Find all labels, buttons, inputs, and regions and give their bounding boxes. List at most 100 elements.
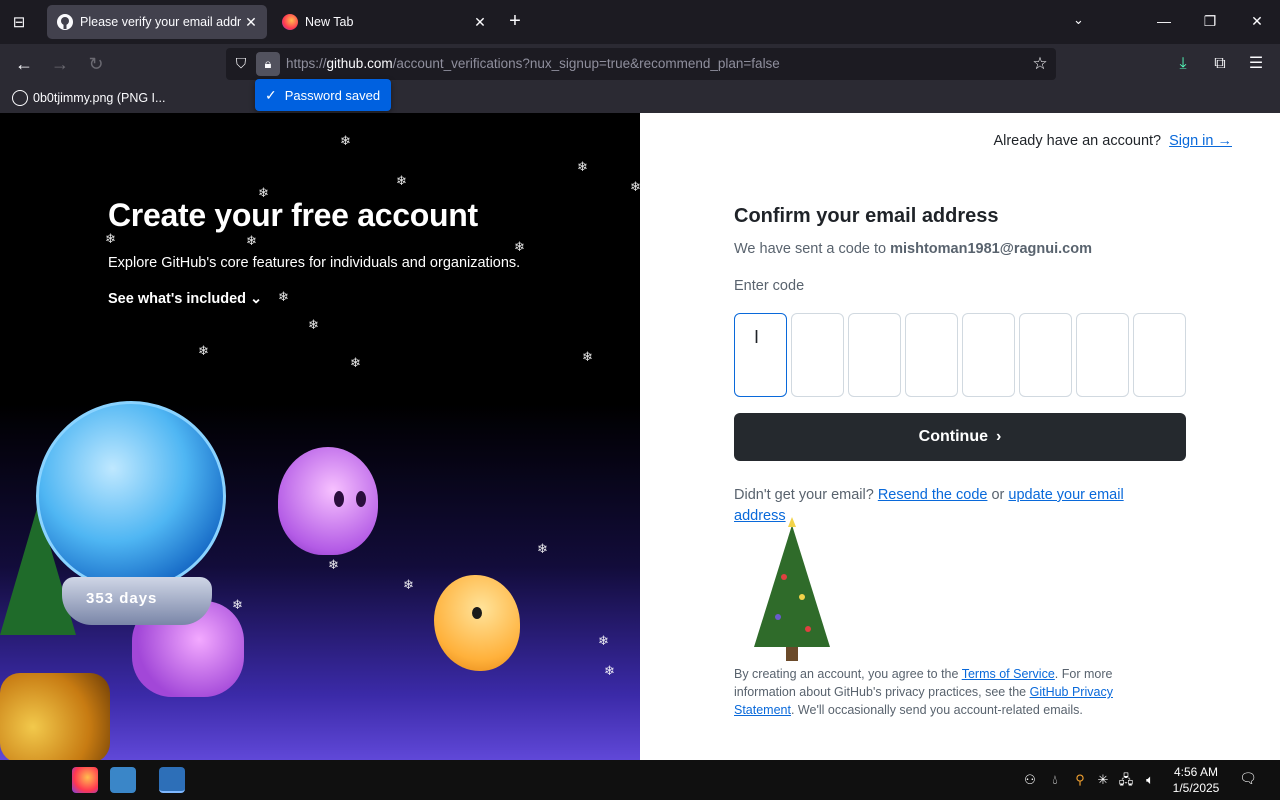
tab-verify-email[interactable]: Please verify your email address ✕	[47, 5, 267, 39]
tab-new-tab[interactable]: New Tab ✕	[272, 5, 496, 39]
firefox-taskbar-icon[interactable]	[72, 767, 98, 793]
page-title: Confirm your email address	[734, 205, 999, 227]
code-digit-input-3[interactable]	[848, 313, 901, 397]
snowflake-icon: ❄	[340, 133, 351, 148]
password-saved-toast: ✓ Password saved	[255, 79, 391, 111]
url-text[interactable]: https://github.com/account_verifications…	[286, 56, 780, 71]
signup-hero-panel: Create your free account Explore GitHub'…	[0, 113, 640, 760]
navigation-toolbar: ← → ↻ ⛉ 🔒︎ https://github.com/account_ve…	[0, 44, 1280, 84]
code-digit-input-5[interactable]	[962, 313, 1015, 397]
terms-of-service-link[interactable]: Terms of Service	[962, 667, 1055, 681]
enter-code-label: Enter code	[734, 278, 805, 294]
file-explorer-icon[interactable]	[110, 767, 136, 793]
reload-icon[interactable]: ↻	[85, 53, 107, 75]
snowflake-icon: ❄	[577, 159, 588, 174]
tab-strip: ⊟ Please verify your email address ✕ New…	[0, 0, 1280, 44]
snowflake-icon: ❄	[232, 597, 243, 612]
duck-eye	[472, 607, 482, 619]
extensions-puzzle-icon[interactable]: ⧉	[1209, 53, 1231, 75]
network-icon[interactable]: 🖧︎	[1118, 772, 1134, 788]
chevron-down-icon: ⌄	[250, 291, 263, 307]
snowflake-icon: ❄	[582, 349, 593, 364]
code-digit-input-4[interactable]	[905, 313, 958, 397]
clock-date: 1/5/2025	[1172, 781, 1220, 795]
snowflake-icon: ❄	[396, 173, 407, 188]
new-tab-plus-icon[interactable]: +	[504, 10, 526, 32]
hero-title: Create your free account	[108, 197, 478, 233]
code-digit-input-8[interactable]	[1133, 313, 1186, 397]
text-cursor-icon: I	[754, 327, 760, 347]
code-digit-input-7[interactable]	[1076, 313, 1129, 397]
back-arrow-icon[interactable]: ←	[13, 53, 35, 75]
snowflake-icon: ❄	[246, 233, 257, 248]
sign-in-row: Already have an account? Sign in →	[993, 133, 1232, 149]
snowflake-icon: ❄	[278, 289, 289, 304]
see-whats-included-toggle[interactable]: See what's included ⌄	[108, 291, 262, 307]
snowflake-icon[interactable]: ✳	[1095, 772, 1111, 788]
lock-icon[interactable]: 🔒︎	[256, 52, 280, 76]
resend-code-link[interactable]: Resend the code	[878, 487, 988, 503]
snowflake-icon: ❄	[308, 317, 319, 332]
close-tab-icon[interactable]: ✕	[470, 14, 490, 31]
snowflake-icon: ❄	[198, 343, 209, 358]
snowflake-icon: ❄	[350, 355, 361, 370]
search-icon[interactable]: ⚲	[1072, 772, 1088, 788]
chevron-right-icon: ›	[996, 428, 1002, 445]
snow-globe-illustration	[36, 401, 226, 591]
already-have-account-text: Already have an account?	[993, 133, 1162, 149]
forward-arrow-icon[interactable]: →	[49, 53, 71, 75]
app-taskbar-icon[interactable]	[159, 767, 185, 793]
code-digit-input-2[interactable]	[791, 313, 844, 397]
download-icon[interactable]: ⤓	[1172, 53, 1194, 75]
globe-icon	[12, 90, 28, 106]
snowflake-icon: ❄	[514, 239, 525, 254]
restore-icon[interactable]: ❐	[1199, 10, 1221, 32]
snowflake-icon: ❄	[537, 541, 548, 556]
bookmarks-toolbar: 0b0tjimmy.png (PNG I...	[0, 84, 1280, 113]
toast-text: Password saved	[284, 87, 381, 103]
snowflake-icon: ❄	[328, 557, 339, 572]
tab-title: Please verify your email address	[80, 15, 241, 29]
github-icon	[57, 14, 73, 30]
system-clock[interactable]: 4:56 AM 1/5/2025	[1168, 764, 1224, 796]
clock-time: 4:56 AM	[1173, 765, 1219, 779]
code-digit-input-6[interactable]	[1019, 313, 1072, 397]
checkmark-icon: ✓	[265, 86, 277, 103]
page-content: Create your free account Explore GitHub'…	[0, 113, 1280, 760]
bookmark-star-icon[interactable]: ☆	[1030, 54, 1050, 74]
email-address: mishtoman1981@ragnui.com	[890, 241, 1092, 257]
list-all-tabs-icon[interactable]: ⊟	[8, 11, 30, 33]
droplet-icon[interactable]: 💧︎	[1047, 772, 1063, 788]
christmas-tree-illustration	[754, 517, 830, 661]
continue-button[interactable]: Continue ›	[734, 413, 1186, 461]
network-people-icon[interactable]: ⚇	[1022, 772, 1038, 788]
tab-title: New Tab	[305, 15, 354, 29]
continue-label: Continue	[918, 428, 988, 445]
chevron-down-icon[interactable]: ⌄	[1073, 12, 1084, 28]
minimize-icon[interactable]: —	[1153, 10, 1175, 32]
bookmark-item[interactable]: 0b0tjimmy.png (PNG I...	[12, 90, 165, 106]
verification-panel: Already have an account? Sign in → Confir…	[640, 113, 1280, 760]
terms-text: By creating an account, you agree to the…	[734, 667, 1113, 717]
code-digit-input-1[interactable]	[734, 313, 787, 397]
snowflake-icon: ❄	[403, 577, 414, 592]
rubber-duck-illustration	[434, 575, 520, 671]
address-bar[interactable]: ⛉ 🔒︎ https://github.com/account_verifica…	[226, 48, 1056, 80]
menu-hamburger-icon[interactable]: ☰	[1245, 53, 1267, 75]
ornament-illustration	[0, 673, 110, 760]
snowflake-icon: ❄	[630, 179, 640, 194]
close-window-icon[interactable]: ✕	[1246, 10, 1268, 32]
snowflake-icon: ❄	[258, 185, 269, 200]
snowflake-icon: ❄	[604, 663, 615, 678]
shield-icon[interactable]: ⛉	[232, 55, 250, 73]
code-sent-text: We have sent a code to mishtoman1981@rag…	[734, 241, 1092, 257]
sign-in-link[interactable]: Sign in →	[1169, 133, 1232, 149]
globe-days-label: 353 days	[86, 590, 158, 607]
taskbar: ⚇ 💧︎ ⚲ ✳ 🖧︎ 🔈︎ 4:56 AM 1/5/2025 🗨︎	[0, 760, 1280, 800]
notification-icon[interactable]: 🗨︎	[1238, 770, 1258, 790]
volume-muted-icon[interactable]: 🔈︎	[1142, 772, 1158, 788]
hero-subtitle: Explore GitHub's core features for indiv…	[108, 255, 521, 271]
close-tab-icon[interactable]: ✕	[241, 14, 261, 31]
octocat-mascot-illustration	[278, 447, 378, 555]
snowflake-icon: ❄	[598, 633, 609, 648]
